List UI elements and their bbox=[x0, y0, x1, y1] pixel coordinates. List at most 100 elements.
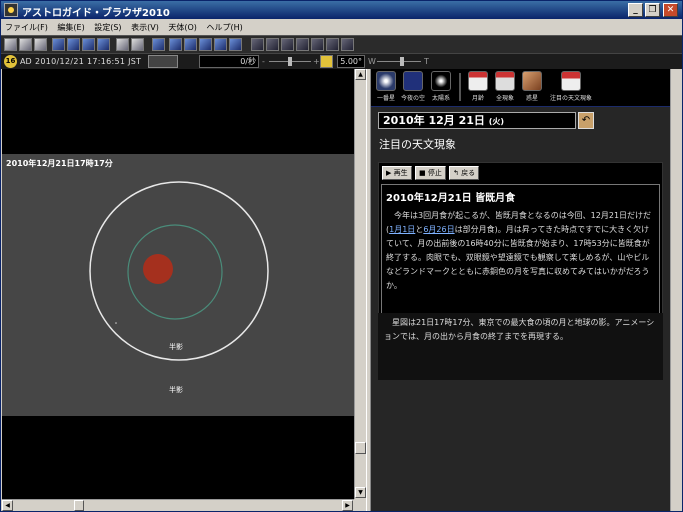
article-title: 2010年12月21日 皆既月食 bbox=[386, 193, 516, 204]
pan-north-icon[interactable] bbox=[152, 38, 165, 51]
red-line-icon[interactable] bbox=[326, 38, 339, 51]
menu-edit[interactable]: 編集(E) bbox=[53, 19, 87, 33]
moon[interactable] bbox=[143, 254, 173, 284]
grid-icon[interactable] bbox=[266, 38, 279, 51]
star-icon bbox=[376, 71, 396, 91]
rate-minus-label: - bbox=[262, 57, 265, 66]
guide-nav-bar: 一番星 今夜の空 太陽系 月齢 全現象 惑星 注目の天文現象 bbox=[371, 69, 670, 107]
scroll-up-icon[interactable]: ▲ bbox=[355, 69, 366, 80]
menu-view[interactable]: 表示(V) bbox=[127, 19, 162, 33]
milky-way-icon[interactable] bbox=[296, 38, 309, 51]
scroll-right-icon[interactable]: ▶ bbox=[342, 500, 353, 511]
alert-icon bbox=[561, 71, 581, 91]
weekday-text: (火) bbox=[488, 117, 505, 126]
sky-view[interactable]: 2010年12月21日17時17分 半影 半影 bbox=[2, 69, 354, 499]
sky-horizontal-scrollbar[interactable]: ◀ ▶ bbox=[2, 499, 354, 511]
article-body: 今年は3回月食が起こるが、皆既月食となるのは今回、12月21日だけだ(1月1日と… bbox=[386, 209, 656, 293]
open-icon[interactable] bbox=[4, 38, 17, 51]
moon-calendar-icon bbox=[468, 71, 488, 91]
sky-vertical-scrollbar[interactable]: ▲ ▼ bbox=[354, 69, 366, 499]
zoom-t-label: T bbox=[424, 57, 429, 66]
datetime-field[interactable]: 2010/12/21 17:16:51 JST bbox=[35, 57, 141, 66]
field-of-view-field[interactable]: 5.00° bbox=[337, 55, 365, 68]
rate-slider-knob[interactable] bbox=[288, 57, 292, 66]
penumbra-circle bbox=[89, 181, 269, 361]
link-jan-1[interactable]: 1月1日 bbox=[389, 225, 415, 234]
direction-z-icon[interactable] bbox=[229, 38, 242, 51]
app-icon[interactable] bbox=[4, 3, 18, 17]
menu-objects[interactable]: 天体(O) bbox=[164, 19, 200, 33]
phenomena-icon bbox=[495, 71, 515, 91]
hscroll-thumb[interactable] bbox=[74, 500, 84, 511]
zoom-slider-knob[interactable] bbox=[400, 57, 404, 66]
direction-s-icon[interactable] bbox=[184, 38, 197, 51]
nav-all-phenomena[interactable]: 全現象 bbox=[490, 71, 520, 102]
close-button[interactable]: ✕ bbox=[663, 3, 678, 17]
nav-solar-system[interactable]: 太陽系 bbox=[426, 71, 456, 102]
nav-label: 惑星 bbox=[525, 95, 538, 102]
menu-file[interactable]: ファイル(F) bbox=[1, 19, 51, 33]
zoom-in-icon[interactable] bbox=[116, 38, 129, 51]
era-label: AD bbox=[20, 57, 32, 66]
penumbra-label: 半影 bbox=[169, 386, 183, 394]
nav-separator bbox=[459, 73, 461, 101]
menu-settings[interactable]: 設定(S) bbox=[90, 19, 124, 33]
nav-featured-events[interactable]: 注目の天文現象 bbox=[547, 71, 595, 102]
camera-icon[interactable] bbox=[341, 38, 354, 51]
nav-label: 太陽系 bbox=[431, 95, 450, 102]
time-toolbar: 16 AD 2010/12/21 17:16:51 JST 0/秒 - + 5.… bbox=[1, 53, 682, 69]
menu-bar: ファイル(F) 編集(E) 設定(S) 表示(V) 天体(O) ヘルプ(H) bbox=[1, 19, 682, 35]
main-toolbar bbox=[1, 35, 682, 53]
time-rate-field[interactable]: 0/秒 bbox=[199, 55, 259, 68]
save-icon[interactable] bbox=[19, 38, 32, 51]
nav-moon-age[interactable]: 月齢 bbox=[463, 71, 493, 102]
constellation-lines-icon[interactable] bbox=[251, 38, 264, 51]
planet-icon bbox=[522, 71, 542, 91]
guide-browser-panel: 一番星 今夜の空 太陽系 月齢 全現象 惑星 注目の天文現象 2010年 12月… bbox=[371, 69, 670, 511]
nav-tonight-sky[interactable]: 今夜の空 bbox=[398, 71, 428, 102]
field-of-view-icon[interactable] bbox=[320, 55, 333, 68]
planets-icon bbox=[431, 71, 451, 91]
title-bar: アストロガイド・ブラウザ2010 _ ❐ ✕ bbox=[1, 1, 682, 19]
scroll-thumb[interactable] bbox=[355, 442, 366, 454]
panel-scrollbar[interactable] bbox=[670, 69, 682, 511]
umbra-circle bbox=[127, 224, 223, 320]
return-icon[interactable]: ↶ bbox=[578, 112, 594, 129]
minimize-button[interactable]: _ bbox=[628, 3, 643, 17]
time-spinner[interactable] bbox=[148, 55, 178, 68]
ecliptic-icon[interactable] bbox=[311, 38, 324, 51]
sky-view-icon[interactable] bbox=[52, 38, 65, 51]
stop-button[interactable]: ■ 停止 bbox=[415, 166, 446, 180]
nav-planets[interactable]: 惑星 bbox=[517, 71, 547, 102]
maximize-button[interactable]: ❐ bbox=[645, 3, 660, 17]
rate-plus-label: + bbox=[313, 57, 320, 66]
nav-label: 一番星 bbox=[376, 95, 395, 102]
zoom-out-icon[interactable] bbox=[131, 38, 144, 51]
shadow-diagram bbox=[89, 181, 269, 361]
nav-label: 今夜の空 bbox=[400, 95, 425, 102]
caption-text: 星図は21日17時17分、東京での最大食の頃の月と地球の影。アニメーションでは、… bbox=[384, 318, 655, 341]
print-icon[interactable] bbox=[34, 38, 47, 51]
direction-n-icon[interactable] bbox=[169, 38, 182, 51]
globe-view-icon[interactable] bbox=[82, 38, 95, 51]
back-button[interactable]: ↰ 戻る bbox=[449, 166, 480, 180]
nav-label: 注目の天文現象 bbox=[549, 95, 592, 102]
date-display: 2010年 12月 21日 (火) bbox=[378, 112, 576, 129]
app-window: アストロガイド・ブラウザ2010 _ ❐ ✕ ファイル(F) 編集(E) 設定(… bbox=[0, 0, 683, 512]
menu-help[interactable]: ヘルプ(H) bbox=[202, 19, 245, 33]
direction-w-icon[interactable] bbox=[199, 38, 212, 51]
play-button[interactable]: ▶ 再生 bbox=[382, 166, 412, 180]
nav-first-star[interactable]: 一番星 bbox=[371, 71, 401, 102]
labels-icon[interactable] bbox=[281, 38, 294, 51]
scroll-down-icon[interactable]: ▼ bbox=[355, 487, 366, 498]
solar-system-icon[interactable] bbox=[97, 38, 110, 51]
section-heading: 注目の天文現象 bbox=[379, 138, 456, 151]
nav-label: 全現象 bbox=[495, 95, 514, 102]
scroll-left-icon[interactable]: ◀ bbox=[2, 500, 13, 511]
date-badge[interactable]: 16 bbox=[4, 55, 17, 68]
zoom-slider-track[interactable] bbox=[377, 61, 421, 62]
direction-e-icon[interactable] bbox=[214, 38, 227, 51]
link-jun-26[interactable]: 6月26日 bbox=[423, 225, 454, 234]
horizon-view-icon[interactable] bbox=[67, 38, 80, 51]
nav-label: 月齢 bbox=[471, 95, 484, 102]
